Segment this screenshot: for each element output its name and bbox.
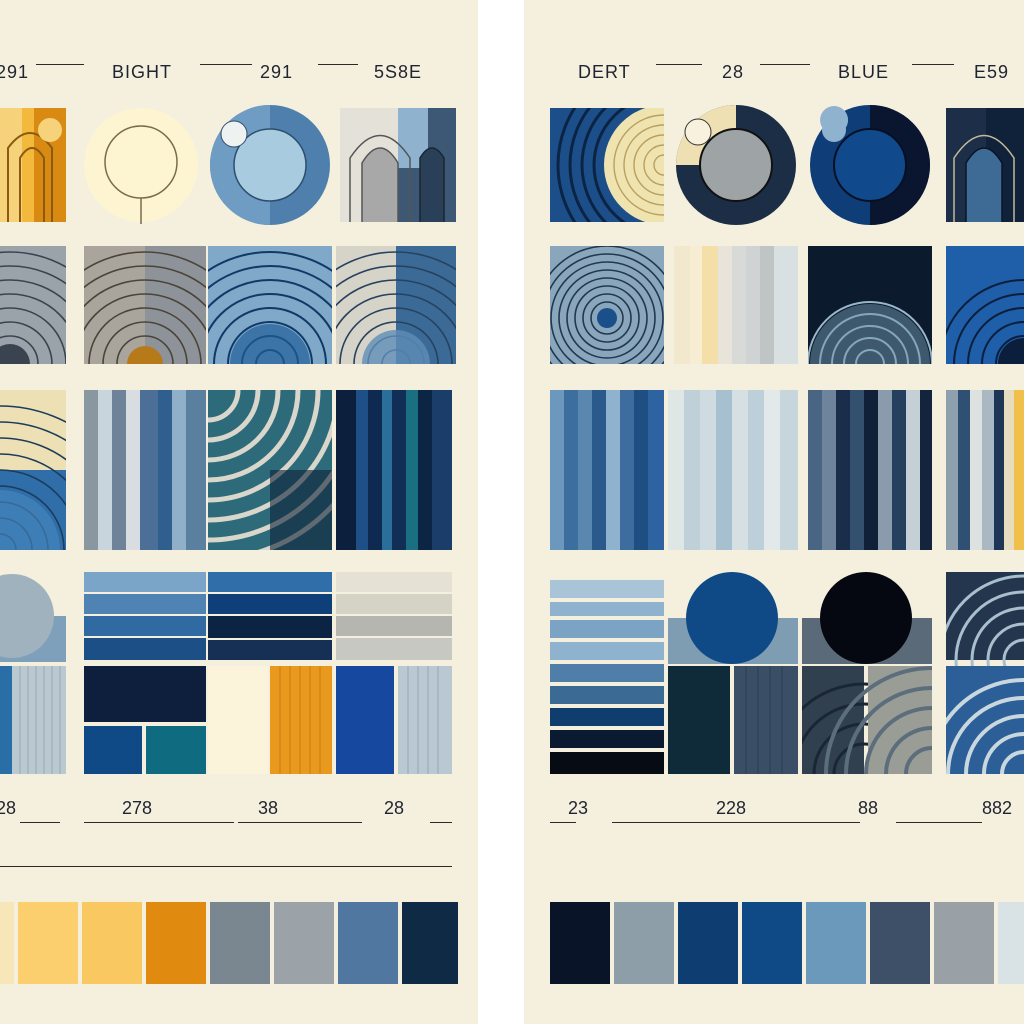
color-swatch — [274, 902, 334, 984]
swatch-number: 228 — [716, 798, 747, 818]
number-rule — [612, 822, 860, 823]
dark-arches-tile — [946, 108, 1024, 222]
header-rule — [318, 64, 358, 65]
number-rule — [20, 822, 60, 823]
color-swatch — [678, 902, 738, 984]
header-rule — [912, 64, 954, 65]
header-label: E59 — [974, 62, 1010, 82]
color-swatch — [614, 902, 674, 984]
color-swatch — [210, 902, 270, 984]
dark-gray-circle-tile — [674, 104, 798, 226]
color-swatch — [870, 902, 930, 984]
color-swatch — [550, 902, 610, 984]
color-swatch — [934, 902, 994, 984]
number-rule — [84, 822, 234, 823]
bright-blue-rings-tile — [946, 246, 1024, 364]
header-label: BIGHT — [112, 62, 173, 82]
color-swatch — [998, 902, 1024, 984]
color-swatch — [806, 902, 866, 984]
right-swatch-panel: DERT 28 BLUE E59 23 228 88 882 — [524, 0, 1024, 1024]
header-rule — [656, 64, 702, 65]
blue-rings-tile — [208, 246, 332, 364]
header-label: 28 — [722, 62, 745, 82]
swatch-number: 88 — [858, 798, 879, 818]
pale-bands-block-tile — [336, 572, 452, 774]
color-swatch — [18, 902, 78, 984]
navy-gray-stripes-tile — [808, 390, 932, 550]
blue-circle-tile — [208, 104, 332, 226]
brown-rings-tile — [84, 246, 206, 364]
cream-circle-tile — [80, 106, 202, 224]
color-swatch — [146, 902, 206, 984]
header-rule — [760, 64, 810, 65]
header-label: 291 — [0, 62, 30, 82]
palette-divider — [0, 866, 452, 867]
header-rule — [200, 64, 252, 65]
gold-edge-stripes-tile — [946, 390, 1024, 550]
black-circle-block-tile — [802, 572, 932, 774]
ice-stripes-tile — [668, 390, 798, 550]
swatch-number: 23 — [568, 798, 589, 818]
number-rule — [430, 822, 452, 823]
dark-top-rings-tile — [808, 246, 932, 364]
split-rings-tile — [336, 246, 456, 364]
swatch-number: 28 — [384, 798, 405, 818]
left-swatch-panel: 291 BIGHT 291 5S8E 28 278 38 28 — [0, 0, 478, 1024]
color-swatch — [82, 902, 142, 984]
slate-rings-tile — [550, 246, 664, 364]
number-rule — [238, 822, 362, 823]
blue-stripes-tile — [84, 390, 206, 550]
color-swatch — [742, 902, 802, 984]
color-swatch — [338, 902, 398, 984]
pale-stripes-tile — [674, 246, 798, 364]
swatch-number: 278 — [122, 798, 153, 818]
swatch-number: 882 — [982, 798, 1013, 818]
blue-circle-block-tile — [668, 572, 798, 774]
orange-arches-tile — [0, 108, 66, 222]
teal-arcs-tile — [208, 390, 332, 550]
mixed-bands-block-tile — [208, 572, 332, 774]
swatch-number: 28 — [0, 798, 17, 818]
header-label: 291 — [260, 62, 294, 82]
blue-gradient-bands-tile — [550, 580, 664, 774]
header-label: DERT — [578, 62, 631, 82]
gray-circle-block-tile — [0, 568, 66, 774]
blue-bands-block-tile — [84, 572, 206, 774]
header-label: BLUE — [838, 62, 890, 82]
header-rule — [36, 64, 84, 65]
swatch-number: 38 — [258, 798, 279, 818]
gray-arches-tile — [340, 108, 456, 222]
gold-blue-rings-tile — [0, 390, 66, 550]
light-rings-block-tile — [946, 572, 1024, 774]
number-rule — [550, 822, 576, 823]
color-swatch — [402, 902, 458, 984]
navy-stripes-tile — [336, 390, 452, 550]
steel-blue-stripes-tile — [550, 390, 664, 550]
color-swatch — [0, 902, 14, 984]
gray-rings-tile — [0, 246, 66, 364]
header-label: 5S8E — [374, 62, 423, 82]
navy-circle-tile — [808, 104, 932, 226]
blue-gold-rings-tile — [550, 108, 664, 222]
number-rule — [896, 822, 982, 823]
